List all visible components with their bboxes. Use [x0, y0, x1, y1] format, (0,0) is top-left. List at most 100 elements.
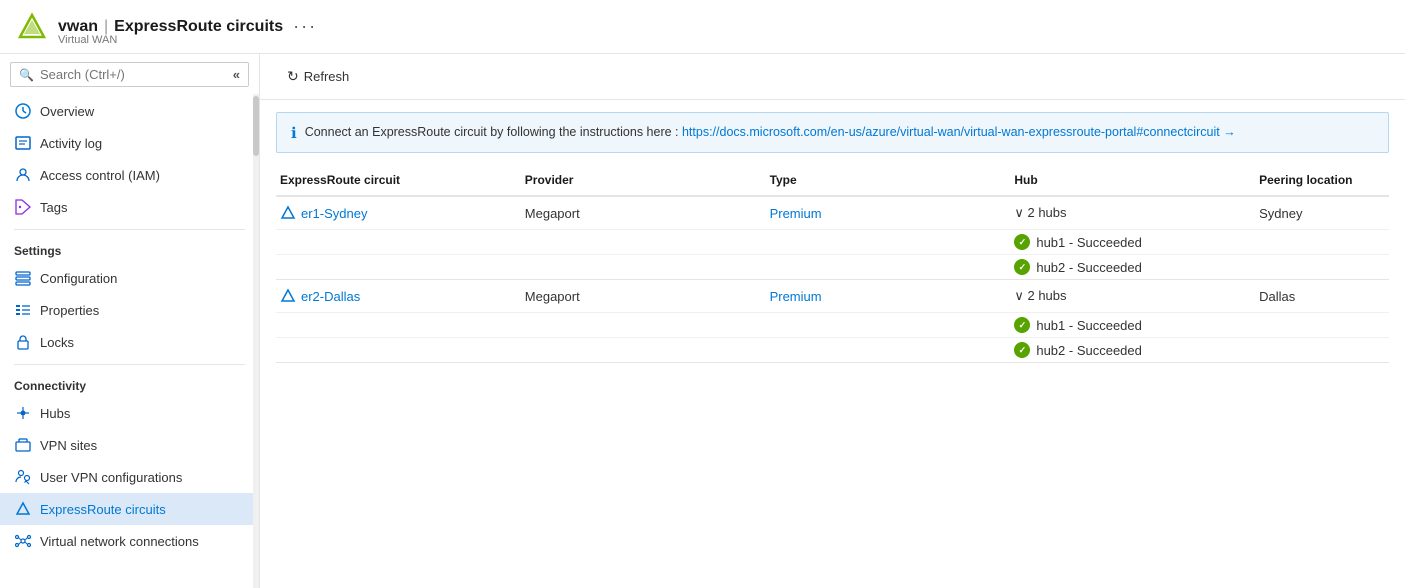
hub-status-cell: ✓ hub2 - Succeeded: [1010, 255, 1255, 280]
circuit-icon: [280, 205, 296, 221]
hub-status-cell: ✓ hub1 - Succeeded: [1010, 313, 1255, 338]
connectivity-section-label: Connectivity: [0, 371, 259, 397]
peering-cell: Dallas: [1255, 280, 1389, 313]
expressroute-nav-icon: [14, 500, 32, 518]
sidebar-item-locks[interactable]: Locks: [0, 326, 259, 358]
sidebar-item-label: User VPN configurations: [40, 470, 182, 485]
collapse-icon[interactable]: «: [233, 67, 240, 82]
sidebar-item-label: Virtual network connections: [40, 534, 199, 549]
tags-icon: [14, 198, 32, 216]
toolbar: ↻ Refresh: [260, 54, 1405, 100]
success-indicator: ✓: [1014, 317, 1030, 333]
iam-icon: [14, 166, 32, 184]
sidebar-item-label: Hubs: [40, 406, 70, 421]
hub-detail-row: ✓ hub2 - Succeeded: [276, 255, 1389, 280]
info-arrow: →: [1223, 125, 1236, 139]
sidebar-item-label: Configuration: [40, 271, 117, 286]
table-row: er1-Sydney Megaport Premium ∨ 2 hubs Syd…: [276, 196, 1389, 230]
col-provider[interactable]: Provider: [521, 165, 766, 196]
col-peering[interactable]: Peering location: [1255, 165, 1389, 196]
hub-cell: ∨ 2 hubs: [1010, 280, 1255, 313]
search-icon: 🔍: [19, 68, 34, 82]
provider-cell: Megaport: [521, 196, 766, 230]
sidebar-item-vpn-sites[interactable]: VPN sites: [0, 429, 259, 461]
type-cell: Premium: [766, 280, 1011, 313]
hub-detail-row: ✓ hub1 - Succeeded: [276, 313, 1389, 338]
page-title: ExpressRoute circuits: [114, 18, 283, 36]
vpn-icon: [14, 436, 32, 454]
hub-expand[interactable]: ∨ 2 hubs: [1014, 205, 1243, 221]
hub-status: ✓ hub2 - Succeeded: [1014, 342, 1243, 358]
type-link[interactable]: Premium: [770, 206, 822, 221]
hub-detail-row: ✓ hub1 - Succeeded: [276, 230, 1389, 255]
sidebar-item-activity-log[interactable]: Activity log: [0, 127, 259, 159]
hub-cell: ∨ 2 hubs: [1010, 196, 1255, 230]
peering-cell: Sydney: [1255, 196, 1389, 230]
hub-status-cell: ✓ hub2 - Succeeded: [1010, 338, 1255, 363]
expressroute-table: ExpressRoute circuit Provider Type Hub P…: [276, 165, 1389, 363]
hub-status: ✓ hub2 - Succeeded: [1014, 259, 1243, 275]
header-title-block: vwan | ExpressRoute circuits: [58, 18, 283, 36]
sidebar-item-label: Tags: [40, 200, 67, 215]
sidebar-item-vnet-connections[interactable]: Virtual network connections: [0, 525, 259, 557]
hub-status-cell: ✓ hub1 - Succeeded: [1010, 230, 1255, 255]
table-container: ExpressRoute circuit Provider Type Hub P…: [260, 165, 1405, 588]
circuit-link[interactable]: er1-Sydney: [280, 205, 509, 221]
header-more-menu[interactable]: ···: [293, 16, 317, 37]
sidebar-item-access-control[interactable]: Access control (IAM): [0, 159, 259, 191]
hub-status-text: hub1 - Succeeded: [1036, 318, 1142, 333]
circuit-name: er1-Sydney: [301, 206, 367, 221]
col-circuit[interactable]: ExpressRoute circuit: [276, 165, 521, 196]
sidebar-item-properties[interactable]: Properties: [0, 294, 259, 326]
sidebar-item-label: ExpressRoute circuits: [40, 502, 166, 517]
info-banner: ℹ Connect an ExpressRoute circuit by fol…: [276, 112, 1389, 153]
hubs-icon: [14, 404, 32, 422]
type-link[interactable]: Premium: [770, 289, 822, 304]
main-layout: 🔍 « Overview Activity log Ac: [0, 54, 1405, 588]
app-icon: [16, 11, 48, 43]
col-type[interactable]: Type: [766, 165, 1011, 196]
sidebar-item-tags[interactable]: Tags: [0, 191, 259, 223]
refresh-label: Refresh: [304, 69, 350, 84]
circuit-name: er2-Dallas: [301, 289, 360, 304]
connectivity-divider: [14, 364, 245, 365]
vnet-icon: [14, 532, 32, 550]
provider-cell: Megaport: [521, 280, 766, 313]
sidebar-item-label: Properties: [40, 303, 99, 318]
sidebar-item-label: VPN sites: [40, 438, 97, 453]
circuit-link[interactable]: er2-Dallas: [280, 288, 509, 304]
refresh-icon: ↻: [287, 68, 299, 85]
search-input[interactable]: [40, 67, 233, 82]
circuit-icon: [280, 288, 296, 304]
sidebar-item-user-vpn[interactable]: User VPN configurations: [0, 461, 259, 493]
success-indicator: ✓: [1014, 234, 1030, 250]
info-banner-text: Connect an ExpressRoute circuit by follo…: [305, 123, 1236, 142]
scroll-thumb[interactable]: [253, 96, 259, 156]
header-subtitle: Virtual WAN: [58, 34, 117, 46]
search-container: 🔍 «: [10, 62, 249, 87]
circuit-cell: er1-Sydney: [276, 196, 521, 230]
locks-icon: [14, 333, 32, 351]
info-banner-link[interactable]: https://docs.microsoft.com/en-us/azure/v…: [682, 125, 1220, 139]
hub-expand[interactable]: ∨ 2 hubs: [1014, 288, 1243, 304]
properties-icon: [14, 301, 32, 319]
col-hub[interactable]: Hub: [1010, 165, 1255, 196]
circuit-cell: er2-Dallas: [276, 280, 521, 313]
sidebar-item-label: Overview: [40, 104, 94, 119]
hub-status-text: hub2 - Succeeded: [1036, 343, 1142, 358]
hub-status-text: hub2 - Succeeded: [1036, 260, 1142, 275]
hub-detail-row: ✓ hub2 - Succeeded: [276, 338, 1389, 363]
activity-log-icon: [14, 134, 32, 152]
success-indicator: ✓: [1014, 259, 1030, 275]
settings-section-label: Settings: [0, 236, 259, 262]
refresh-button[interactable]: ↻ Refresh: [276, 62, 360, 91]
hub-status: ✓ hub1 - Succeeded: [1014, 234, 1243, 250]
settings-divider: [14, 229, 245, 230]
table-row: er2-Dallas Megaport Premium ∨ 2 hubs Dal…: [276, 280, 1389, 313]
sidebar-item-hubs[interactable]: Hubs: [0, 397, 259, 429]
success-indicator: ✓: [1014, 342, 1030, 358]
scroll-track: [253, 94, 259, 588]
sidebar-item-expressroute[interactable]: ExpressRoute circuits: [0, 493, 259, 525]
sidebar-item-configuration[interactable]: Configuration: [0, 262, 259, 294]
sidebar-item-overview[interactable]: Overview: [0, 95, 259, 127]
